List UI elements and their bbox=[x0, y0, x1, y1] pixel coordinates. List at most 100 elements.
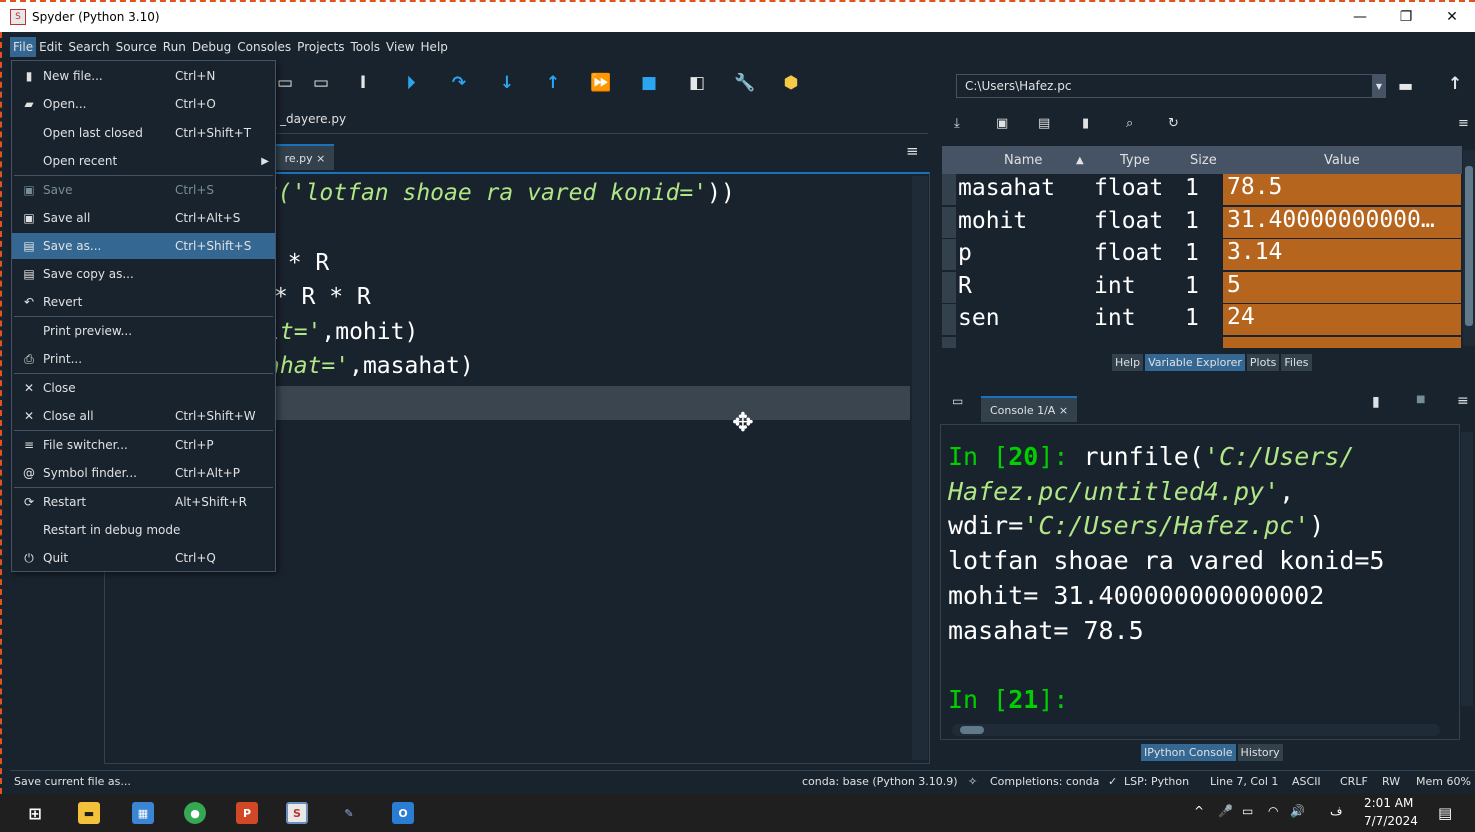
variable-row[interactable]: masahat float 1 78.5 bbox=[942, 174, 1462, 207]
menu-item-restart-debug[interactable]: Restart in debug mode bbox=[12, 517, 275, 543]
tab-ipython-console[interactable]: IPython Console bbox=[1141, 744, 1236, 761]
menu-item-save-copy-as[interactable]: ▤ Save copy as... bbox=[12, 261, 275, 287]
volume-icon[interactable]: 🔊 bbox=[1290, 804, 1305, 818]
run-selection-icon[interactable]: I bbox=[352, 72, 374, 94]
status-completions[interactable]: Completions: conda bbox=[990, 775, 1099, 788]
wifi-icon[interactable]: ◠ bbox=[1268, 804, 1278, 818]
menu-item-close-all[interactable]: ✕ Close all Ctrl+Shift+W bbox=[12, 403, 275, 429]
restore-button[interactable]: ❐ bbox=[1383, 2, 1429, 32]
menu-help[interactable]: Help bbox=[418, 37, 451, 57]
step-return-icon[interactable]: ↑ bbox=[542, 72, 564, 94]
minimize-button[interactable]: — bbox=[1337, 2, 1383, 32]
maximize-pane-icon[interactable]: ◧ bbox=[686, 72, 708, 94]
column-value[interactable]: Value bbox=[1324, 153, 1360, 168]
menu-item-open[interactable]: ▰ Open... Ctrl+O bbox=[12, 91, 275, 117]
preferences-wrench-icon[interactable]: 🔧 bbox=[734, 72, 756, 94]
variable-row[interactable]: Rint 1 5 bbox=[942, 271, 1462, 305]
tab-history[interactable]: History bbox=[1237, 744, 1283, 761]
menu-item-open-recent[interactable]: Open recent ▶ bbox=[12, 148, 275, 174]
run-cell-advance-icon[interactable]: ▭ bbox=[310, 72, 332, 94]
control-panel-icon[interactable]: ▦ bbox=[132, 802, 154, 824]
console-tab-close-icon[interactable]: × bbox=[1059, 404, 1068, 417]
windows-start-icon[interactable]: ⊞ bbox=[24, 802, 46, 824]
variable-row[interactable]: sen int 1 24 bbox=[942, 304, 1462, 337]
console-horizontal-thumb[interactable] bbox=[960, 726, 984, 734]
run-cell-icon[interactable]: ▭ bbox=[274, 72, 296, 94]
notifications-icon[interactable]: ▤ bbox=[1438, 804, 1452, 822]
options-menu-icon[interactable]: ≡ bbox=[1458, 116, 1469, 131]
save-data-icon[interactable]: ▣ bbox=[996, 116, 1008, 131]
refresh-icon[interactable]: ↻ bbox=[1168, 116, 1179, 131]
column-size[interactable]: Size bbox=[1190, 153, 1217, 168]
menu-tools[interactable]: Tools bbox=[347, 37, 383, 57]
tray-expand-icon[interactable]: ^ bbox=[1194, 804, 1204, 818]
menu-view[interactable]: View bbox=[383, 37, 417, 57]
continue-icon[interactable]: ⏩ bbox=[590, 72, 612, 94]
path-dropdown-icon[interactable]: ▼ bbox=[1372, 75, 1386, 97]
status-lsp[interactable]: LSP: Python bbox=[1124, 775, 1189, 788]
menu-source[interactable]: Source bbox=[113, 37, 160, 57]
menu-item-restart[interactable]: ⟳ Restart Alt+Shift+R bbox=[12, 489, 275, 515]
menu-item-save-all[interactable]: ▣ Save all Ctrl+Alt+S bbox=[12, 205, 275, 231]
editor-tab-close-icon[interactable]: × bbox=[316, 152, 325, 165]
menu-item-close[interactable]: ✕ Close bbox=[12, 375, 275, 401]
menu-item-save-as[interactable]: ▤ Save as... Ctrl+Shift+S bbox=[12, 233, 275, 259]
tab-help[interactable]: Help bbox=[1112, 354, 1144, 371]
python-path-icon[interactable]: ⬢ bbox=[780, 72, 802, 94]
working-directory-input[interactable]: C:\Users\Hafez.pc bbox=[956, 74, 1386, 98]
menu-item-file-switcher[interactable]: ≡ File switcher... Ctrl+P bbox=[12, 432, 275, 458]
outlook-icon[interactable]: O bbox=[392, 802, 414, 824]
battery-icon[interactable]: ▭ bbox=[1242, 804, 1253, 818]
tab-files[interactable]: Files bbox=[1281, 354, 1312, 371]
menu-search[interactable]: Search bbox=[65, 37, 112, 57]
clock-date[interactable]: 7/7/2024 bbox=[1364, 814, 1418, 828]
debug-file-icon[interactable]: ⏵ bbox=[400, 72, 422, 94]
status-conda[interactable]: conda: base (Python 3.10.9) bbox=[802, 775, 958, 788]
clock-time[interactable]: 2:01 AM bbox=[1364, 796, 1413, 810]
parent-directory-icon[interactable]: ↑ bbox=[1448, 74, 1462, 94]
remove-all-icon[interactable]: ▮ bbox=[1082, 116, 1089, 131]
menu-item-symbol-finder[interactable]: @ Symbol finder... Ctrl+Alt+P bbox=[12, 460, 275, 486]
console-tab[interactable]: Console 1/A × bbox=[981, 396, 1077, 422]
menu-run[interactable]: Run bbox=[160, 37, 189, 57]
trash-icon[interactable]: ▮ bbox=[1372, 394, 1380, 410]
console-scrollbar[interactable] bbox=[1461, 432, 1473, 706]
menu-item-quit[interactable]: ⏻ Quit Ctrl+Q bbox=[12, 545, 275, 571]
menu-debug[interactable]: Debug bbox=[189, 37, 234, 57]
step-into-icon[interactable]: ↓ bbox=[496, 72, 518, 94]
stop-debug-icon[interactable]: ■ bbox=[638, 72, 660, 94]
variable-row[interactable]: p float 1 3.14 bbox=[942, 239, 1462, 272]
save-data-as-icon[interactable]: ▤ bbox=[1038, 116, 1050, 131]
close-window-button[interactable]: ✕ bbox=[1429, 2, 1475, 32]
menu-consoles[interactable]: Consoles bbox=[234, 37, 294, 57]
variable-row-partial[interactable] bbox=[942, 336, 1462, 348]
editor-scrollbar[interactable] bbox=[912, 176, 928, 760]
menu-item-open-last-closed[interactable]: Open last closed Ctrl+Shift+T bbox=[12, 120, 275, 146]
import-data-icon[interactable]: ⤓ bbox=[954, 116, 960, 131]
menu-file[interactable]: File bbox=[10, 37, 37, 57]
console-options-icon[interactable]: ≡ bbox=[1457, 393, 1469, 409]
menu-edit[interactable]: Edit bbox=[36, 37, 65, 57]
variable-scrollbar-thumb[interactable] bbox=[1465, 166, 1473, 326]
menu-item-revert[interactable]: ↶ Revert bbox=[12, 289, 275, 315]
menu-projects[interactable]: Projects bbox=[294, 37, 347, 57]
console-window-icon[interactable]: ▭ bbox=[952, 394, 963, 408]
chrome-icon[interactable]: ● bbox=[184, 802, 206, 824]
search-icon[interactable]: ⌕ bbox=[1126, 116, 1133, 131]
step-over-icon[interactable]: ↷ bbox=[448, 72, 470, 94]
spyder-taskbar-icon[interactable]: S bbox=[286, 802, 308, 824]
tab-plots[interactable]: Plots bbox=[1246, 354, 1280, 371]
powerpoint-icon[interactable]: P bbox=[236, 802, 258, 824]
menu-item-print-preview[interactable]: Print preview... bbox=[12, 318, 275, 344]
editor-tab[interactable]: re.py × bbox=[276, 144, 334, 170]
microphone-icon[interactable]: 🎤 bbox=[1218, 804, 1233, 818]
paint-icon[interactable]: ✎ bbox=[338, 802, 360, 824]
variable-row[interactable]: mohit float 1 31.40000000000… bbox=[942, 206, 1462, 240]
console-horizontal-scrollbar[interactable] bbox=[952, 724, 1440, 736]
editor-options-icon[interactable]: ≡ bbox=[906, 142, 919, 160]
column-name[interactable]: Name bbox=[1004, 153, 1042, 168]
menu-item-new-file[interactable]: ▮ New file... Ctrl+N bbox=[12, 63, 275, 89]
stop-icon[interactable]: ■ bbox=[1416, 394, 1425, 405]
input-language[interactable]: ف bbox=[1330, 804, 1342, 818]
column-type[interactable]: Type bbox=[1120, 153, 1150, 168]
